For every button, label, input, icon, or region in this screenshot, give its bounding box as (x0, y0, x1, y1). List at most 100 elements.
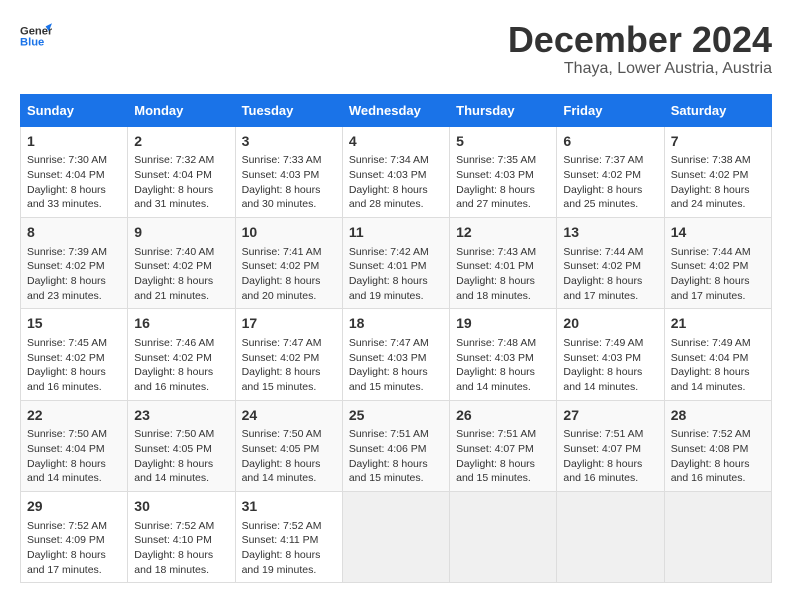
calendar-week-row: 29Sunrise: 7:52 AMSunset: 4:09 PMDayligh… (21, 491, 772, 582)
day-info-line: and 14 minutes. (671, 380, 765, 395)
weekday-header-tuesday: Tuesday (235, 94, 342, 126)
day-info-line: Sunrise: 7:50 AM (134, 427, 228, 442)
calendar-cell (342, 491, 449, 582)
day-info-line: Sunrise: 7:45 AM (27, 336, 121, 351)
day-info-line: Daylight: 8 hours (242, 183, 336, 198)
day-info-line: Daylight: 8 hours (456, 274, 550, 289)
day-number: 21 (671, 314, 765, 334)
day-info-line: and 14 minutes. (242, 471, 336, 486)
day-info-line: Sunrise: 7:48 AM (456, 336, 550, 351)
day-info-line: and 16 minutes. (27, 380, 121, 395)
calendar-cell: 9Sunrise: 7:40 AMSunset: 4:02 PMDaylight… (128, 217, 235, 308)
day-number: 13 (563, 223, 657, 243)
day-info-line: Daylight: 8 hours (456, 457, 550, 472)
calendar-body: 1Sunrise: 7:30 AMSunset: 4:04 PMDaylight… (21, 126, 772, 583)
day-info-line: Daylight: 8 hours (27, 274, 121, 289)
day-info-line: and 14 minutes. (563, 380, 657, 395)
calendar-cell (450, 491, 557, 582)
day-info-line: Sunrise: 7:38 AM (671, 153, 765, 168)
day-info-line: Sunset: 4:06 PM (349, 442, 443, 457)
calendar-cell: 14Sunrise: 7:44 AMSunset: 4:02 PMDayligh… (664, 217, 771, 308)
weekday-header-wednesday: Wednesday (342, 94, 449, 126)
day-info-line: and 15 minutes. (349, 380, 443, 395)
day-info-line: Daylight: 8 hours (671, 183, 765, 198)
day-number: 30 (134, 497, 228, 517)
day-info-line: Sunrise: 7:37 AM (563, 153, 657, 168)
day-info-line: Sunset: 4:02 PM (134, 259, 228, 274)
day-info-line: Sunset: 4:08 PM (671, 442, 765, 457)
day-info-line: and 14 minutes. (27, 471, 121, 486)
calendar-cell: 12Sunrise: 7:43 AMSunset: 4:01 PMDayligh… (450, 217, 557, 308)
day-info-line: Daylight: 8 hours (671, 365, 765, 380)
day-info-line: Sunset: 4:02 PM (27, 259, 121, 274)
day-info-line: Sunset: 4:03 PM (456, 351, 550, 366)
page-header: General Blue December 2024 Thaya, Lower … (20, 20, 772, 78)
day-number: 19 (456, 314, 550, 334)
day-info-line: Daylight: 8 hours (671, 274, 765, 289)
day-info-line: Sunrise: 7:42 AM (349, 245, 443, 260)
calendar-cell (664, 491, 771, 582)
day-info-line: Sunset: 4:02 PM (671, 259, 765, 274)
day-number: 5 (456, 132, 550, 152)
day-info-line: Sunset: 4:03 PM (242, 168, 336, 183)
calendar-cell: 22Sunrise: 7:50 AMSunset: 4:04 PMDayligh… (21, 400, 128, 491)
day-info-line: Daylight: 8 hours (27, 548, 121, 563)
day-number: 25 (349, 406, 443, 426)
logo: General Blue (20, 20, 52, 52)
title-area: December 2024 Thaya, Lower Austria, Aust… (508, 20, 772, 78)
calendar-cell: 3Sunrise: 7:33 AMSunset: 4:03 PMDaylight… (235, 126, 342, 217)
day-info-line: Sunset: 4:05 PM (134, 442, 228, 457)
day-info-line: Daylight: 8 hours (27, 183, 121, 198)
day-info-line: Sunset: 4:01 PM (349, 259, 443, 274)
day-number: 18 (349, 314, 443, 334)
logo-icon: General Blue (20, 20, 52, 52)
day-info-line: Sunset: 4:03 PM (563, 351, 657, 366)
calendar-cell: 23Sunrise: 7:50 AMSunset: 4:05 PMDayligh… (128, 400, 235, 491)
day-info-line: Daylight: 8 hours (456, 183, 550, 198)
day-info-line: and 21 minutes. (134, 289, 228, 304)
day-info-line: and 23 minutes. (27, 289, 121, 304)
day-info-line: Sunrise: 7:32 AM (134, 153, 228, 168)
calendar-cell: 17Sunrise: 7:47 AMSunset: 4:02 PMDayligh… (235, 309, 342, 400)
day-info-line: and 16 minutes. (134, 380, 228, 395)
calendar-cell: 2Sunrise: 7:32 AMSunset: 4:04 PMDaylight… (128, 126, 235, 217)
day-number: 2 (134, 132, 228, 152)
calendar-cell: 31Sunrise: 7:52 AMSunset: 4:11 PMDayligh… (235, 491, 342, 582)
calendar-cell: 16Sunrise: 7:46 AMSunset: 4:02 PMDayligh… (128, 309, 235, 400)
day-info-line: Sunrise: 7:50 AM (242, 427, 336, 442)
day-info-line: Daylight: 8 hours (134, 365, 228, 380)
calendar-cell: 7Sunrise: 7:38 AMSunset: 4:02 PMDaylight… (664, 126, 771, 217)
day-info-line: and 27 minutes. (456, 197, 550, 212)
calendar-cell: 19 Sunrise: 7:48 AMSunset: 4:03 PMDayligh… (450, 309, 557, 400)
day-info-line: Sunrise: 7:34 AM (349, 153, 443, 168)
day-info-line: Daylight: 8 hours (134, 183, 228, 198)
day-info-line: Daylight: 8 hours (456, 365, 550, 380)
day-info-line: and 17 minutes. (27, 563, 121, 578)
day-info-line: Sunrise: 7:44 AM (671, 245, 765, 260)
day-info-line: and 20 minutes. (242, 289, 336, 304)
day-info-line: and 16 minutes. (563, 471, 657, 486)
calendar-cell: 18Sunrise: 7:47 AMSunset: 4:03 PMDayligh… (342, 309, 449, 400)
calendar-cell: 4Sunrise: 7:34 AMSunset: 4:03 PMDaylight… (342, 126, 449, 217)
day-info-line: Sunrise: 7:50 AM (27, 427, 121, 442)
weekday-header-thursday: Thursday (450, 94, 557, 126)
day-info-line: and 14 minutes. (456, 380, 550, 395)
day-info-line: Sunrise: 7:30 AM (27, 153, 121, 168)
calendar-cell: 20Sunrise: 7:49 AMSunset: 4:03 PMDayligh… (557, 309, 664, 400)
calendar-cell: 25Sunrise: 7:51 AMSunset: 4:06 PMDayligh… (342, 400, 449, 491)
day-info-line: Sunrise: 7:33 AM (242, 153, 336, 168)
calendar-week-row: 1Sunrise: 7:30 AMSunset: 4:04 PMDaylight… (21, 126, 772, 217)
weekday-header-sunday: Sunday (21, 94, 128, 126)
day-info-line: Daylight: 8 hours (134, 457, 228, 472)
day-number: 3 (242, 132, 336, 152)
day-info-line: Sunset: 4:05 PM (242, 442, 336, 457)
calendar-cell: 15Sunrise: 7:45 AMSunset: 4:02 PMDayligh… (21, 309, 128, 400)
day-info-line: Sunset: 4:02 PM (242, 351, 336, 366)
calendar-cell: 8Sunrise: 7:39 AMSunset: 4:02 PMDaylight… (21, 217, 128, 308)
calendar-cell: 27Sunrise: 7:51 AMSunset: 4:07 PMDayligh… (557, 400, 664, 491)
day-number: 23 (134, 406, 228, 426)
calendar-week-row: 8Sunrise: 7:39 AMSunset: 4:02 PMDaylight… (21, 217, 772, 308)
calendar-cell: 1Sunrise: 7:30 AMSunset: 4:04 PMDaylight… (21, 126, 128, 217)
calendar-week-row: 22Sunrise: 7:50 AMSunset: 4:04 PMDayligh… (21, 400, 772, 491)
day-number: 11 (349, 223, 443, 243)
